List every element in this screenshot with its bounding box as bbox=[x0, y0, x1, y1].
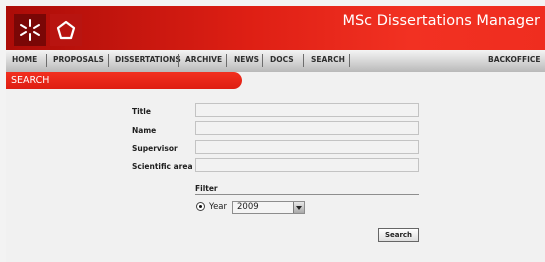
nav-separator bbox=[108, 54, 109, 67]
radio-selected-dot bbox=[199, 205, 202, 208]
scientific-area-label: Scientific area bbox=[132, 162, 193, 171]
name-input[interactable] bbox=[195, 121, 419, 135]
section-title: SEARCH bbox=[11, 75, 50, 86]
header-banner: MSc Dissertations Manager bbox=[6, 6, 545, 50]
app-title: MSc Dissertations Manager bbox=[342, 13, 540, 29]
chevron-down-icon[interactable] bbox=[293, 202, 304, 213]
main-nav: HOME PROPOSALS DISSERTATIONS ARCHIVE NEW… bbox=[6, 50, 545, 72]
title-label: Title bbox=[132, 107, 151, 116]
filter-divider bbox=[195, 194, 419, 195]
nav-separator bbox=[349, 54, 350, 67]
name-label: Name bbox=[132, 126, 157, 135]
nav-backoffice[interactable]: BACKOFFICE bbox=[488, 55, 541, 64]
nav-docs[interactable]: DOCS bbox=[270, 55, 294, 64]
nav-dissertations[interactable]: DISSERTATIONS bbox=[115, 55, 181, 64]
year-select-value: 2009 bbox=[237, 202, 259, 212]
asterisk-logo-icon[interactable] bbox=[14, 14, 46, 46]
section-header: SEARCH bbox=[6, 72, 242, 89]
nav-home[interactable]: HOME bbox=[12, 55, 37, 64]
nav-separator bbox=[46, 54, 47, 67]
pentagon-logo-icon[interactable] bbox=[50, 14, 82, 46]
year-select[interactable]: 2009 bbox=[232, 201, 305, 214]
supervisor-input[interactable] bbox=[195, 140, 419, 154]
page-frame: MSc Dissertations Manager HOME PROPOSALS… bbox=[6, 6, 545, 262]
nav-separator bbox=[226, 54, 227, 67]
nav-search[interactable]: SEARCH bbox=[311, 55, 345, 64]
filter-heading: Filter bbox=[195, 184, 218, 193]
nav-separator bbox=[303, 54, 304, 67]
title-input[interactable] bbox=[195, 103, 419, 117]
nav-proposals[interactable]: PROPOSALS bbox=[53, 55, 104, 64]
supervisor-label: Supervisor bbox=[132, 144, 178, 153]
nav-news[interactable]: NEWS bbox=[234, 55, 259, 64]
year-radio[interactable] bbox=[196, 202, 205, 211]
year-label: Year bbox=[209, 202, 227, 212]
nav-separator bbox=[178, 54, 179, 67]
search-button[interactable]: Search bbox=[378, 228, 419, 242]
nav-archive[interactable]: ARCHIVE bbox=[185, 55, 222, 64]
nav-separator bbox=[262, 54, 263, 67]
scientific-area-input[interactable] bbox=[195, 158, 419, 172]
